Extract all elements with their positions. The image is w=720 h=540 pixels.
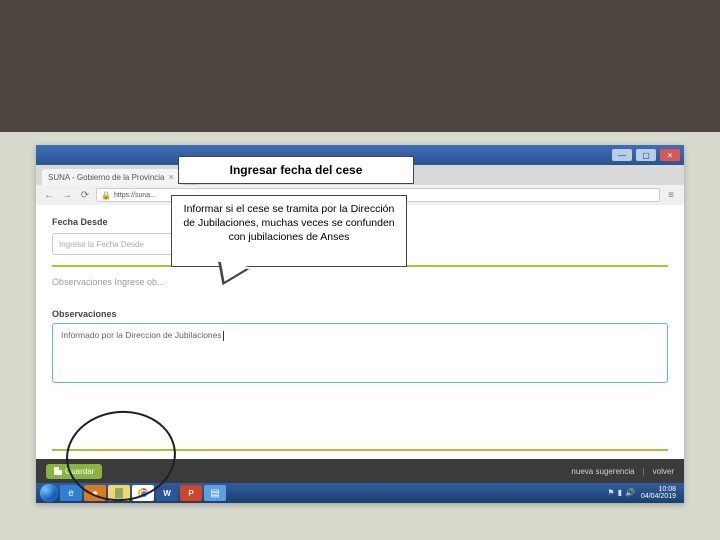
nueva-sugerencia-link[interactable]: nueva sugerencia (571, 467, 634, 476)
taskbar-date: 04/04/2019 (641, 493, 676, 500)
observaciones-value: Informado por la Direccion de Jubilacion… (61, 330, 222, 340)
tab-title: SUNA - Gobierno de la Provincia (48, 173, 165, 182)
tray-flag-icon[interactable]: ⚑ (607, 489, 614, 497)
tray-volume-icon[interactable]: 🔊 (625, 489, 635, 497)
taskbar-ie-icon[interactable]: e (60, 485, 82, 501)
browser-tab[interactable]: SUNA - Gobierno de la Provincia × (42, 169, 180, 185)
text-caret (223, 331, 224, 341)
callout-body-text: Informar si el cese se tramita por la Di… (183, 203, 394, 243)
taskbar-time: 10:08 (641, 486, 676, 493)
lock-icon: 🔒 (101, 191, 111, 200)
taskbar-clock[interactable]: 10:08 04/04/2019 (641, 486, 676, 500)
start-button[interactable] (40, 484, 58, 502)
callout-body: Informar si el cese se tramita por la Di… (171, 195, 407, 267)
tab-close-icon[interactable]: × (169, 172, 174, 182)
observaciones-hint: Observaciones Ingrese ob... (52, 277, 668, 287)
taskbar-app-icon[interactable]: ▤ (204, 485, 226, 501)
observaciones-block: Observaciones Informado por la Direccion… (52, 309, 668, 383)
window-close-button[interactable]: ✕ (660, 149, 680, 161)
callout-title-text: Ingresar fecha del cese (230, 163, 363, 177)
bar-separator: | (643, 467, 645, 476)
action-bar-right: nueva sugerencia | volver (571, 467, 674, 476)
window-minimize-button[interactable]: — (612, 149, 632, 161)
tray-network-icon[interactable]: ▮ (618, 489, 622, 497)
settings-icon[interactable]: ≡ (664, 188, 678, 202)
volver-link[interactable]: volver (653, 467, 674, 476)
nav-reload-icon[interactable]: ⟳ (78, 188, 92, 202)
slide-header-band (0, 0, 720, 132)
window-maximize-button[interactable]: ▢ (636, 149, 656, 161)
taskbar-word-icon[interactable]: W (156, 485, 178, 501)
address-url: https://suna... (114, 192, 156, 199)
nav-back-icon[interactable]: ← (42, 188, 56, 202)
observaciones-label: Observaciones (52, 309, 668, 319)
taskbar-powerpoint-icon[interactable]: P (180, 485, 202, 501)
taskbar-right: ⚑ ▮ 🔊 10:08 04/04/2019 (607, 486, 680, 500)
nav-forward-icon[interactable]: → (60, 188, 74, 202)
callout-title: Ingresar fecha del cese (178, 156, 414, 184)
observaciones-input[interactable]: Informado por la Direccion de Jubilacion… (52, 323, 668, 383)
system-tray[interactable]: ⚑ ▮ 🔊 (607, 489, 635, 497)
fecha-desde-placeholder: Ingrese la Fecha Desde (59, 240, 144, 249)
save-icon (54, 467, 62, 475)
